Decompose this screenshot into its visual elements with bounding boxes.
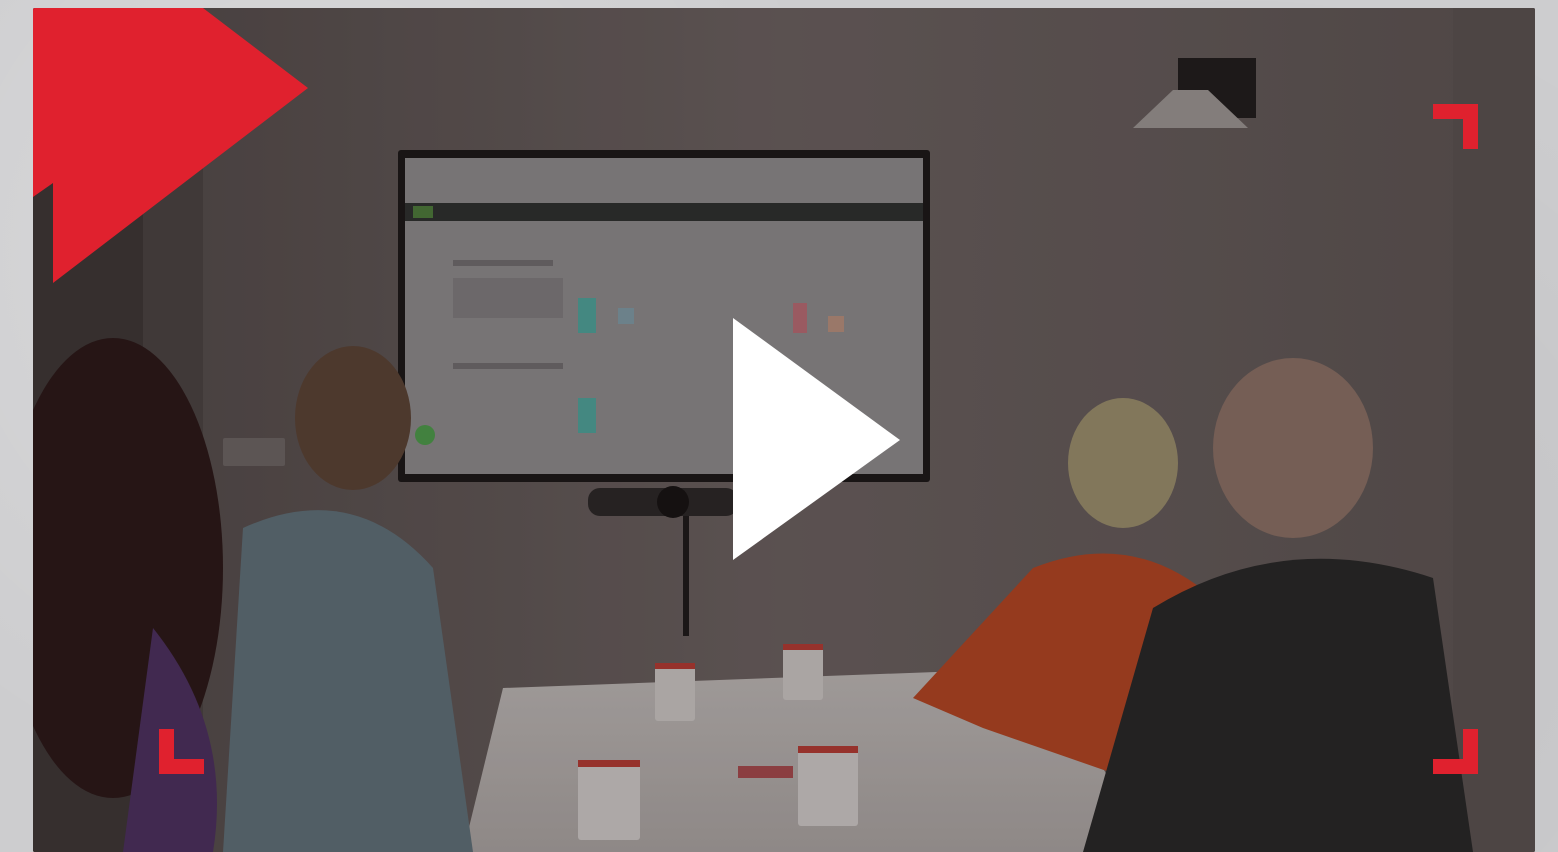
- video-player[interactable]: [33, 8, 1535, 852]
- corner-bracket-icon-bottom-left: [159, 729, 204, 774]
- brand-chevron-icon: [33, 8, 308, 283]
- play-icon: [733, 318, 900, 560]
- corner-bracket-icon-bottom-right: [1433, 729, 1478, 774]
- play-button[interactable]: [733, 318, 903, 563]
- corner-bracket-icon-top-right: [1433, 104, 1478, 149]
